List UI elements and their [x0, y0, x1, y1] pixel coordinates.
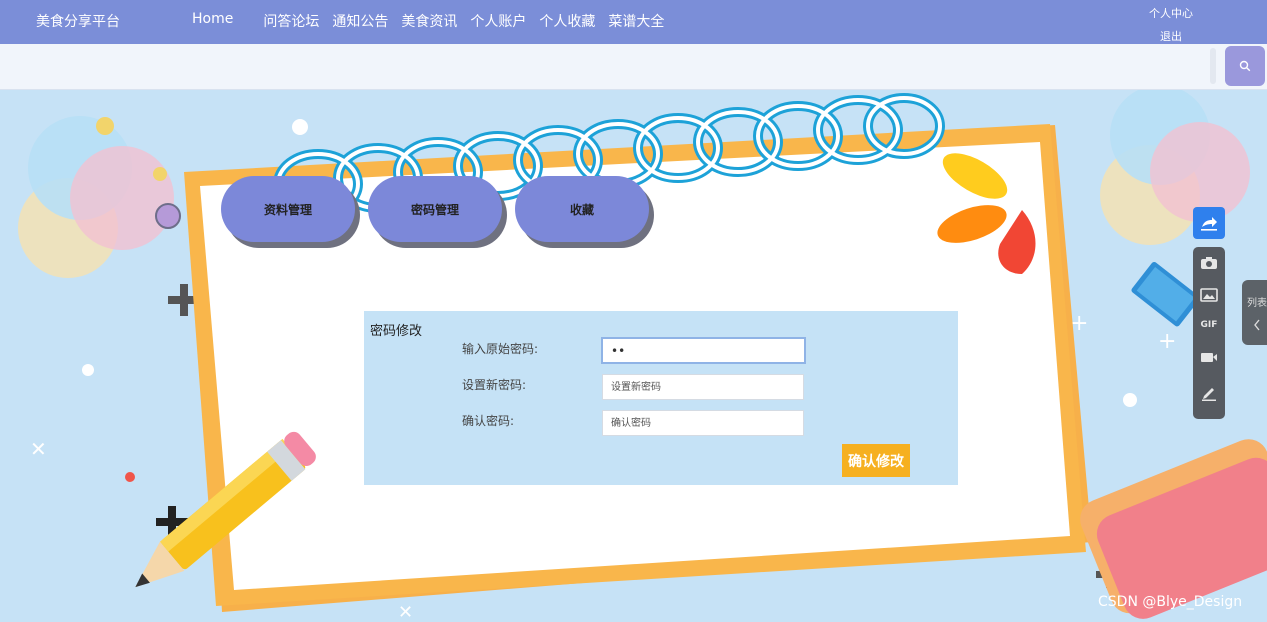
old-password-label: 输入原始密码:	[462, 342, 539, 356]
svg-text:+: +	[1158, 329, 1176, 354]
confirm-password-input[interactable]	[602, 410, 804, 436]
password-form-panel: 密码修改 输入原始密码: 设置新密码: 确认密码: 确认修改	[364, 311, 958, 485]
user-links: 个人中心 退出	[1140, 2, 1202, 48]
nav-home[interactable]: Home	[192, 11, 233, 31]
nav-account[interactable]: 个人账户	[470, 11, 526, 31]
nav-recipes[interactable]: 菜谱大全	[608, 11, 664, 31]
list-label: 列表	[1247, 298, 1267, 309]
share-icon	[1201, 217, 1217, 231]
video-tool[interactable]	[1193, 343, 1225, 371]
nav-links: Home 问答论坛 通知公告 美食资讯 个人账户 个人收藏 菜谱大全	[192, 11, 677, 31]
list-panel-toggle[interactable]: 列表	[1242, 280, 1267, 345]
search-button[interactable]	[1225, 46, 1265, 86]
pen-icon	[1202, 388, 1216, 401]
form-title: 密码修改	[370, 324, 423, 339]
svg-text:✕: ✕	[398, 602, 413, 622]
user-center-link[interactable]: 个人中心	[1140, 2, 1202, 25]
search-bar-divider	[1210, 48, 1216, 84]
capture-toolbar: GIF	[1193, 247, 1225, 419]
csdn-watermark: CSDN @Blye_Design	[1098, 594, 1243, 610]
new-password-input[interactable]	[602, 374, 804, 400]
nav-notices[interactable]: 通知公告	[332, 11, 388, 31]
confirm-password-label: 确认密码:	[462, 414, 515, 428]
gif-tool[interactable]: GIF	[1193, 311, 1225, 339]
screenshot-tool[interactable]	[1193, 249, 1225, 277]
search-icon	[1239, 60, 1251, 72]
nav-favorites[interactable]: 个人收藏	[539, 11, 595, 31]
search-input[interactable]	[16, 50, 1208, 84]
nav-forum[interactable]: 问答论坛	[263, 11, 319, 31]
tab-favorites[interactable]: 收藏	[515, 176, 649, 242]
image-icon	[1200, 288, 1218, 302]
annotate-tool[interactable]	[1193, 379, 1225, 407]
camera-icon	[1201, 257, 1217, 269]
share-button[interactable]	[1193, 207, 1225, 239]
image-tool[interactable]	[1193, 281, 1225, 309]
brand-title[interactable]: 美食分享平台	[36, 11, 120, 31]
tab-password[interactable]: 密码管理	[368, 176, 502, 242]
chevron-left-icon	[1254, 319, 1260, 331]
new-password-label: 设置新密码:	[462, 378, 527, 392]
content-background: + + ✕ ✕ 资料管理 密码管理 收藏 密码修改 输入原始密码: •• 设置新…	[0, 90, 1267, 622]
old-password-input[interactable]	[601, 337, 806, 364]
confirm-change-button[interactable]: 确认修改	[842, 444, 910, 477]
svg-text:✕: ✕	[30, 437, 47, 461]
tab-profile[interactable]: 资料管理	[221, 176, 355, 242]
nav-food-news[interactable]: 美食资讯	[401, 11, 457, 31]
gif-icon: GIF	[1200, 320, 1218, 330]
search-bar	[0, 44, 1267, 90]
top-nav: 美食分享平台 Home 问答论坛 通知公告 美食资讯 个人账户 个人收藏 菜谱大…	[0, 0, 1267, 44]
video-icon	[1201, 353, 1217, 362]
